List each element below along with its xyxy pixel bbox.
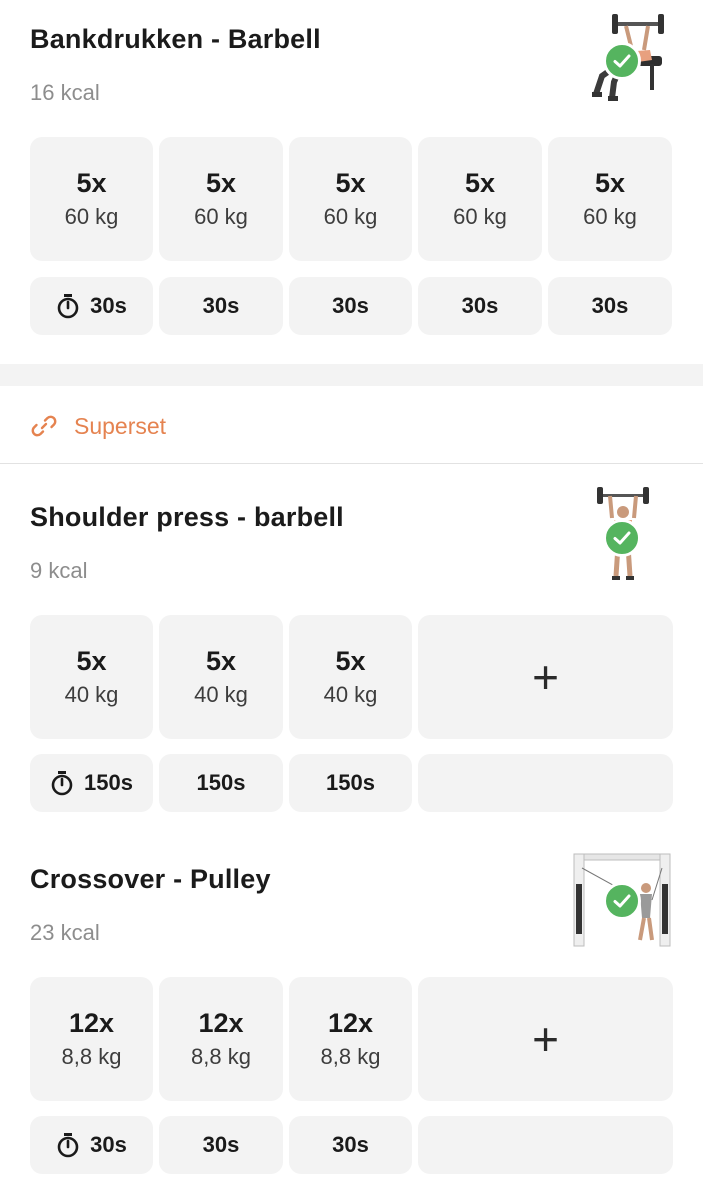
link-icon bbox=[30, 412, 58, 440]
set-reps: 5x bbox=[205, 646, 237, 676]
rest-time: 30s bbox=[202, 293, 240, 318]
set-cell[interactable]: 12x 8,8 kg bbox=[159, 977, 283, 1101]
set-cell[interactable]: 5x 60 kg bbox=[289, 137, 412, 261]
completed-check-icon bbox=[603, 42, 641, 80]
set-reps: 5x bbox=[335, 646, 366, 676]
rest-time: 150s bbox=[326, 770, 375, 795]
set-reps: 5x bbox=[464, 168, 496, 198]
completed-check-icon bbox=[603, 519, 641, 557]
set-weight: 60 kg bbox=[583, 204, 637, 229]
set-reps: 5x bbox=[205, 168, 237, 198]
plus-icon: + bbox=[532, 1013, 559, 1065]
sets-row: 5x 60 kg 5x 60 kg 5x 60 kg 5x 60 kg 5x 6… bbox=[30, 137, 672, 261]
superset-link[interactable]: Superset bbox=[30, 408, 166, 444]
rest-cell[interactable]: 30s bbox=[30, 1116, 153, 1174]
add-set-button[interactable]: + bbox=[418, 615, 673, 739]
set-weight: 8,8 kg bbox=[191, 1044, 251, 1069]
completed-check-icon bbox=[603, 882, 641, 920]
set-reps: 5x bbox=[76, 646, 107, 676]
sets-row: 12x 8,8 kg 12x 8,8 kg 12x 8,8 kg + bbox=[30, 977, 673, 1101]
set-reps: 12x bbox=[68, 1008, 115, 1038]
set-cell[interactable]: 5x 40 kg bbox=[159, 615, 283, 739]
rest-cell[interactable]: 150s bbox=[289, 754, 412, 812]
section-divider bbox=[0, 364, 703, 386]
rest-time: 30s bbox=[90, 1132, 127, 1157]
set-cell[interactable]: 5x 60 kg bbox=[159, 137, 283, 261]
rest-cell[interactable]: 30s bbox=[418, 277, 542, 335]
set-cell[interactable]: 5x 60 kg bbox=[418, 137, 542, 261]
exercise-card-bench-press[interactable]: Bankdrukken - Barbell 16 kcal 5x 60 kg 5… bbox=[0, 0, 703, 360]
rest-cell[interactable]: 30s bbox=[159, 277, 283, 335]
rest-time: 30s bbox=[90, 293, 127, 318]
rest-cell[interactable]: 30s bbox=[289, 277, 412, 335]
exercise-title: Crossover - Pulley bbox=[30, 864, 271, 894]
rest-row: 30s 30s 30s 30s 30s bbox=[30, 277, 672, 335]
rest-time: 30s bbox=[332, 1132, 369, 1157]
sets-row: 5x 40 kg 5x 40 kg 5x 40 kg + bbox=[30, 615, 673, 739]
exercise-kcal: 9 kcal bbox=[30, 558, 88, 583]
rest-cell[interactable]: 30s bbox=[30, 277, 153, 335]
set-weight: 8,8 kg bbox=[320, 1044, 381, 1069]
exercise-kcal: 16 kcal bbox=[30, 80, 100, 105]
rest-cell[interactable]: 30s bbox=[548, 277, 672, 335]
set-cell[interactable]: 5x 60 kg bbox=[30, 137, 153, 261]
set-weight: 60 kg bbox=[323, 204, 378, 229]
rest-time: 30s bbox=[591, 293, 629, 318]
add-set-button[interactable]: + bbox=[418, 977, 673, 1101]
set-reps: 5x bbox=[76, 168, 107, 198]
rest-cell[interactable]: 150s bbox=[159, 754, 283, 812]
rest-row: 30s 30s 30s bbox=[30, 1116, 673, 1174]
rest-empty-cell bbox=[418, 1116, 673, 1174]
set-weight: 60 kg bbox=[64, 204, 119, 229]
exercise-title: Shoulder press - barbell bbox=[30, 502, 344, 532]
set-reps: 12x bbox=[198, 1008, 244, 1038]
rest-time: 150s bbox=[196, 770, 246, 795]
stopwatch-icon bbox=[56, 293, 80, 319]
exercise-title: Bankdrukken - Barbell bbox=[30, 24, 321, 54]
rest-time: 30s bbox=[461, 293, 499, 318]
stopwatch-icon bbox=[56, 1132, 80, 1158]
set-reps: 5x bbox=[594, 168, 626, 198]
set-weight: 8,8 kg bbox=[61, 1044, 122, 1069]
rest-cell[interactable]: 30s bbox=[159, 1116, 283, 1174]
stopwatch-icon bbox=[50, 770, 74, 796]
set-weight: 40 kg bbox=[323, 682, 378, 707]
exercise-kcal: 23 kcal bbox=[30, 920, 100, 945]
set-cell[interactable]: 5x 40 kg bbox=[30, 615, 153, 739]
rest-cell[interactable]: 30s bbox=[289, 1116, 412, 1174]
set-cell[interactable]: 5x 40 kg bbox=[289, 615, 412, 739]
rest-cell[interactable]: 150s bbox=[30, 754, 153, 812]
set-weight: 40 kg bbox=[194, 682, 248, 707]
set-reps: 5x bbox=[335, 168, 366, 198]
exercise-card-shoulder-press[interactable]: Shoulder press - barbell 9 kcal 5x 40 kg… bbox=[0, 464, 703, 819]
set-cell[interactable]: 12x 8,8 kg bbox=[30, 977, 153, 1101]
set-cell[interactable]: 5x 60 kg bbox=[548, 137, 672, 261]
plus-icon: + bbox=[532, 651, 559, 703]
set-weight: 40 kg bbox=[64, 682, 119, 707]
set-reps: 12x bbox=[327, 1008, 374, 1038]
rest-empty-cell bbox=[418, 754, 673, 812]
rest-time: 150s bbox=[84, 770, 133, 795]
rest-time: 30s bbox=[202, 1132, 240, 1157]
rest-time: 30s bbox=[332, 293, 369, 318]
rest-row: 150s 150s 150s bbox=[30, 754, 673, 812]
set-weight: 60 kg bbox=[194, 204, 248, 229]
set-weight: 60 kg bbox=[453, 204, 507, 229]
exercise-card-crossover[interactable]: Crossover - Pulley 23 kcal 12x 8,8 kg 12… bbox=[0, 840, 703, 1185]
set-cell[interactable]: 12x 8,8 kg bbox=[289, 977, 412, 1101]
superset-label: Superset bbox=[74, 412, 167, 439]
